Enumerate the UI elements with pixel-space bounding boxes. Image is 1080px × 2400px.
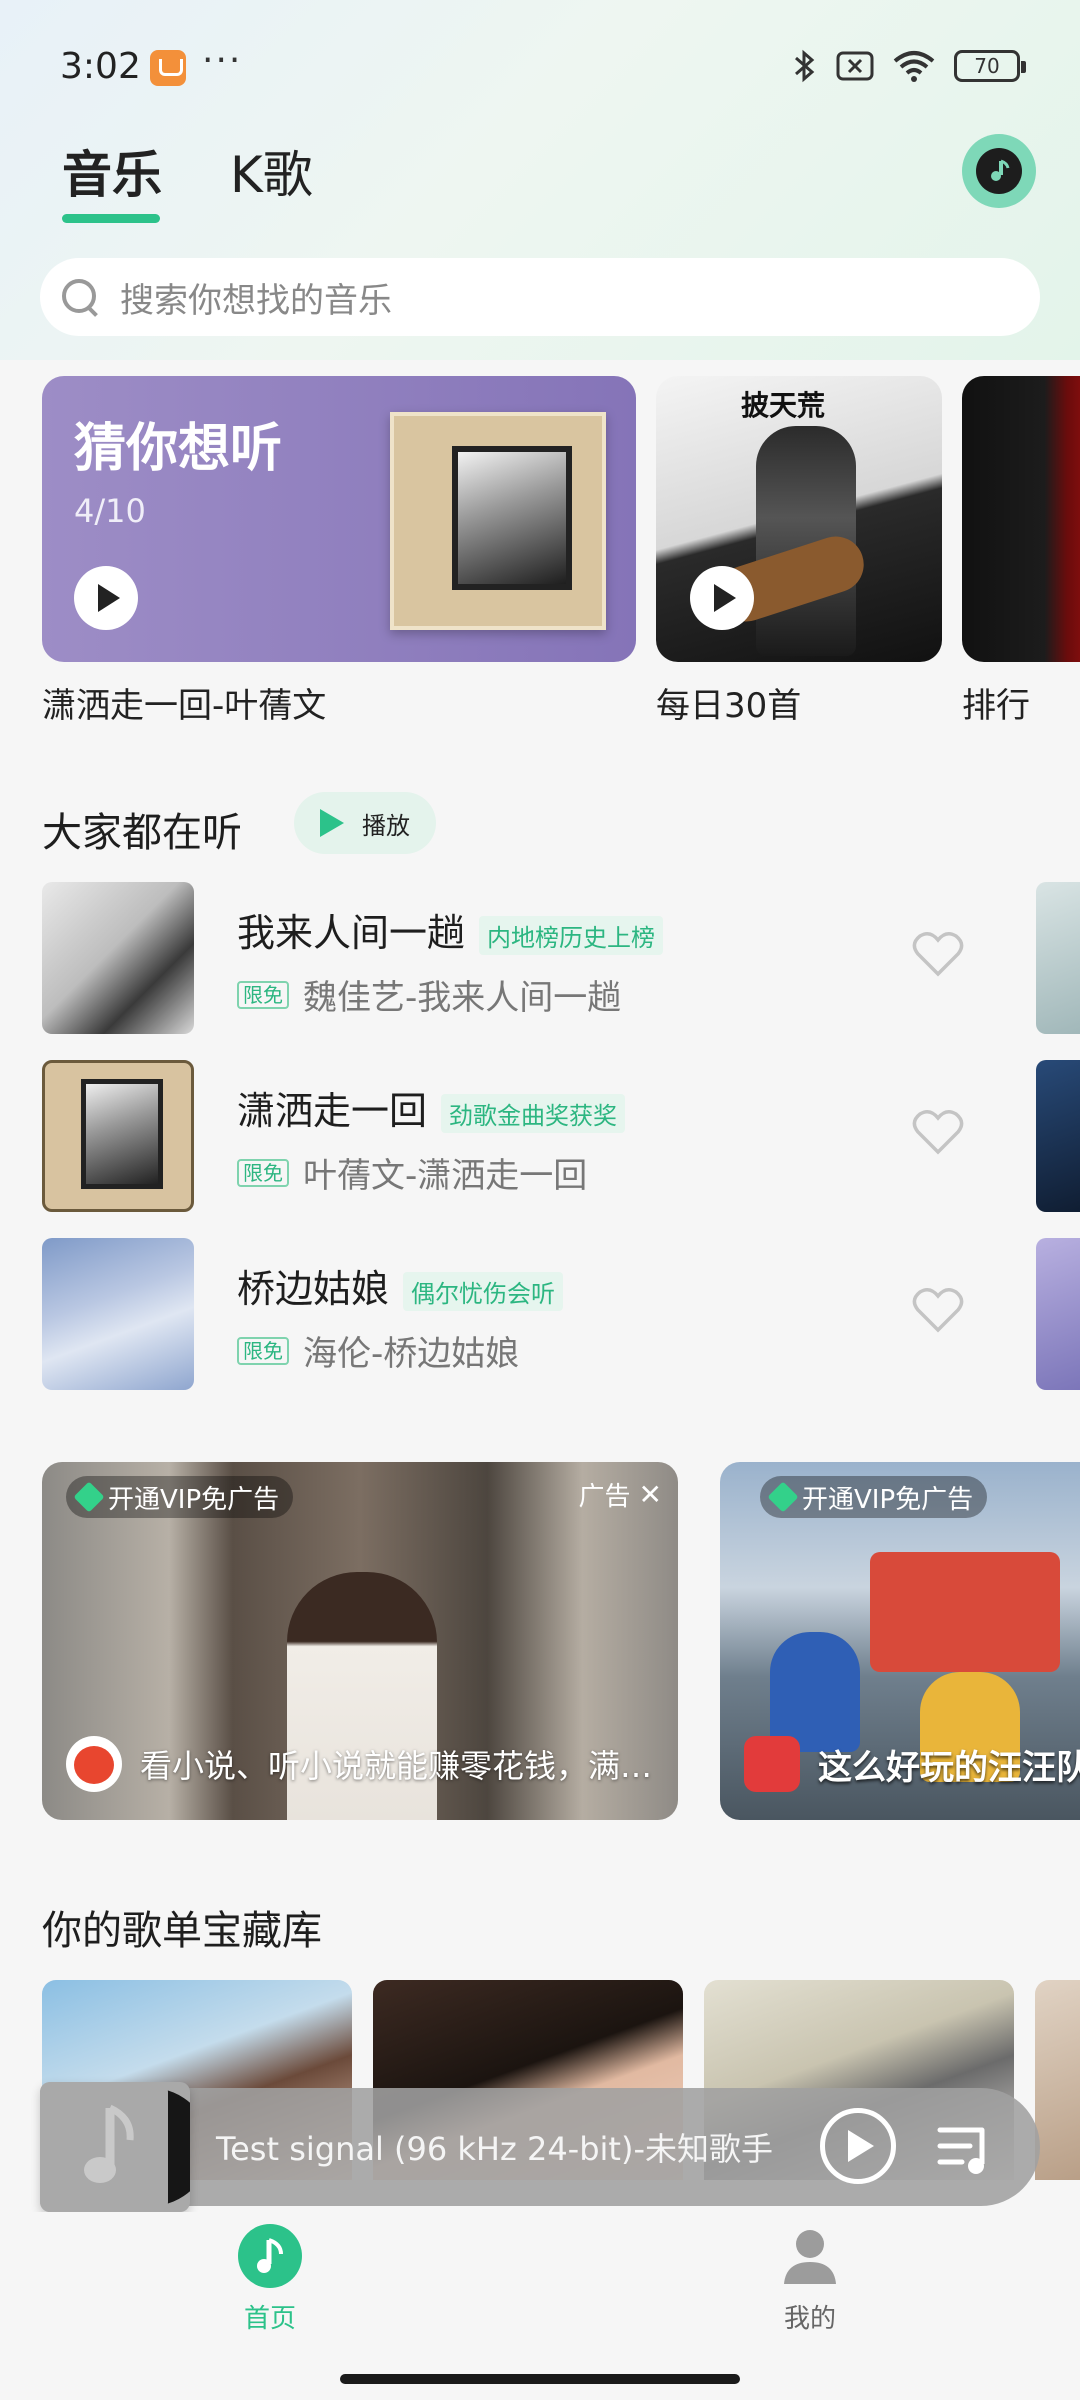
song-cover: [42, 1060, 194, 1212]
play-icon: [848, 2130, 874, 2162]
wifi-icon: [893, 51, 935, 82]
favorite-heart-icon[interactable]: [912, 930, 964, 978]
song-title: 我来人间一趟: [237, 911, 466, 955]
ad-label: 广告 ✕: [579, 1476, 662, 1513]
song-title: 潇洒走一回: [237, 1089, 428, 1133]
bluetooth-icon: [795, 49, 815, 83]
ad-caption-text: 这么好玩的汪汪队: [818, 1747, 1080, 1788]
song-title: 桥边姑娘: [237, 1267, 390, 1311]
daily-play-button[interactable]: [690, 566, 754, 630]
playlist-card[interactable]: [1035, 1980, 1080, 2180]
search-icon: [60, 277, 100, 317]
song-tag: 内地榜历史上榜: [479, 916, 664, 955]
free-badge: 限免: [237, 1336, 289, 1365]
play-button[interactable]: [820, 2108, 896, 2184]
search-placeholder: 搜索你想找的音乐: [120, 280, 392, 321]
song-artist: 魏佳艺-我来人间一趟: [303, 978, 622, 1018]
play-all-label: 播放: [362, 811, 410, 840]
tab-karaoke[interactable]: K歌: [230, 135, 313, 207]
guess-card-count: 4/10: [74, 492, 146, 530]
next-column-thumb: [1036, 882, 1080, 1034]
active-tab-indicator: [62, 214, 160, 223]
favorite-heart-icon[interactable]: [912, 1286, 964, 1334]
ad-toy-image: [870, 1552, 1060, 1672]
music-note-icon: [84, 2104, 134, 2183]
section-title-everyone-listening: 大家都在听: [42, 810, 242, 856]
remove-ads-vip-button[interactable]: 开通VIP免广告: [760, 1476, 988, 1518]
ad-card[interactable]: 开通VIP免广告 广告 ✕ 看小说、听小说就能赚零花钱，满1...: [42, 1462, 678, 1820]
diamond-icon: [73, 1481, 105, 1513]
song-cover: [42, 882, 194, 1034]
section-title-playlist-treasury: 你的歌单宝藏库: [42, 1908, 322, 1954]
free-badge: 限免: [237, 1158, 289, 1187]
tab-music[interactable]: 音乐: [62, 135, 162, 207]
playlist-icon[interactable]: [936, 2120, 996, 2176]
diamond-icon: [767, 1481, 799, 1513]
ad-caption: 看小说、听小说就能赚零花钱，满1...: [66, 1736, 668, 1792]
guess-play-button[interactable]: [74, 566, 138, 630]
sim-off-icon: [836, 51, 874, 81]
free-badge: 限免: [237, 980, 289, 1009]
daily-card-caption[interactable]: 每日30首: [656, 678, 801, 727]
nav-me[interactable]: 我的: [770, 2224, 850, 2335]
song-tag: 劲歌金曲奖获奖: [441, 1094, 626, 1133]
app-logo-icon: [744, 1736, 800, 1792]
now-playing-title: Test signal (96 kHz 24-bit)-未知歌手: [216, 2130, 774, 2168]
song-row[interactable]: 我来人间一趟 内地榜历史上榜 限免 魏佳艺-我来人间一趟: [42, 882, 1042, 1034]
guess-you-like-card[interactable]: 猜你想听 4/10: [42, 376, 636, 662]
vip-pill-label: 开通VIP免广告: [108, 1484, 280, 1515]
play-icon: [714, 584, 736, 612]
ad-label-text: 广告: [578, 1482, 631, 1512]
status-time: 3:02: [60, 46, 141, 87]
song-artist: 叶蒨文-潇洒走一回: [303, 1156, 588, 1196]
play-icon: [320, 809, 344, 837]
search-bar[interactable]: 搜索你想找的音乐: [40, 258, 1040, 336]
play-icon: [98, 584, 120, 612]
ad-card[interactable]: 开通VIP免广告 这么好玩的汪汪队: [720, 1462, 1080, 1820]
song-row[interactable]: 桥边姑娘 偶尔忧伤会听 限免 海伦-桥边姑娘: [42, 1238, 1042, 1390]
favorite-heart-icon[interactable]: [912, 1108, 964, 1156]
bottom-nav: [0, 2212, 1080, 2400]
remove-ads-vip-button[interactable]: 开通VIP免广告: [66, 1476, 294, 1518]
status-icons: 70: [792, 48, 1026, 84]
next-column-thumb: [1036, 1238, 1080, 1390]
battery-icon: 70: [954, 50, 1026, 82]
daily-cover-title: 披天荒: [741, 389, 826, 422]
tomato-app-icon: [66, 1736, 122, 1792]
close-icon[interactable]: ✕: [639, 1478, 662, 1511]
play-all-button[interactable]: 播放: [294, 792, 436, 854]
ad-caption: 这么好玩的汪汪队: [744, 1736, 1080, 1792]
rank-card-caption[interactable]: 排行: [962, 678, 1030, 727]
music-app-button[interactable]: [962, 134, 1036, 208]
guess-card-caption[interactable]: 潇洒走一回-叶蒨文: [42, 678, 326, 727]
next-column-thumb: [1036, 1060, 1080, 1212]
song-artist: 海伦-桥边姑娘: [303, 1334, 520, 1374]
home-music-icon: [238, 2224, 302, 2288]
song-cover: [42, 1238, 194, 1390]
more-notifications-icon: ···: [202, 40, 243, 81]
vip-pill-label: 开通VIP免广告: [802, 1484, 974, 1515]
home-indicator[interactable]: [340, 2374, 740, 2384]
nav-me-label: 我的: [783, 2304, 836, 2334]
nav-home-label: 首页: [243, 2304, 296, 2334]
song-tag: 偶尔忧伤会听: [403, 1272, 564, 1311]
daily-30-card[interactable]: 披天荒: [656, 376, 942, 662]
now-playing-cover[interactable]: [40, 2082, 190, 2212]
rank-card[interactable]: [962, 376, 1080, 662]
notification-app-icon: [150, 50, 186, 86]
nav-home[interactable]: 首页: [230, 2224, 310, 2335]
person-icon: [784, 2230, 836, 2284]
ad-caption-text: 看小说、听小说就能赚零花钱，满1...: [140, 1747, 668, 1785]
album-cover: [390, 412, 606, 630]
song-row[interactable]: 潇洒走一回 劲歌金曲奖获奖 限免 叶蒨文-潇洒走一回: [42, 1060, 1042, 1212]
ad-toy-image: [770, 1632, 860, 1752]
guess-card-title: 猜你想听: [74, 419, 283, 479]
music-note-icon: [976, 148, 1022, 194]
